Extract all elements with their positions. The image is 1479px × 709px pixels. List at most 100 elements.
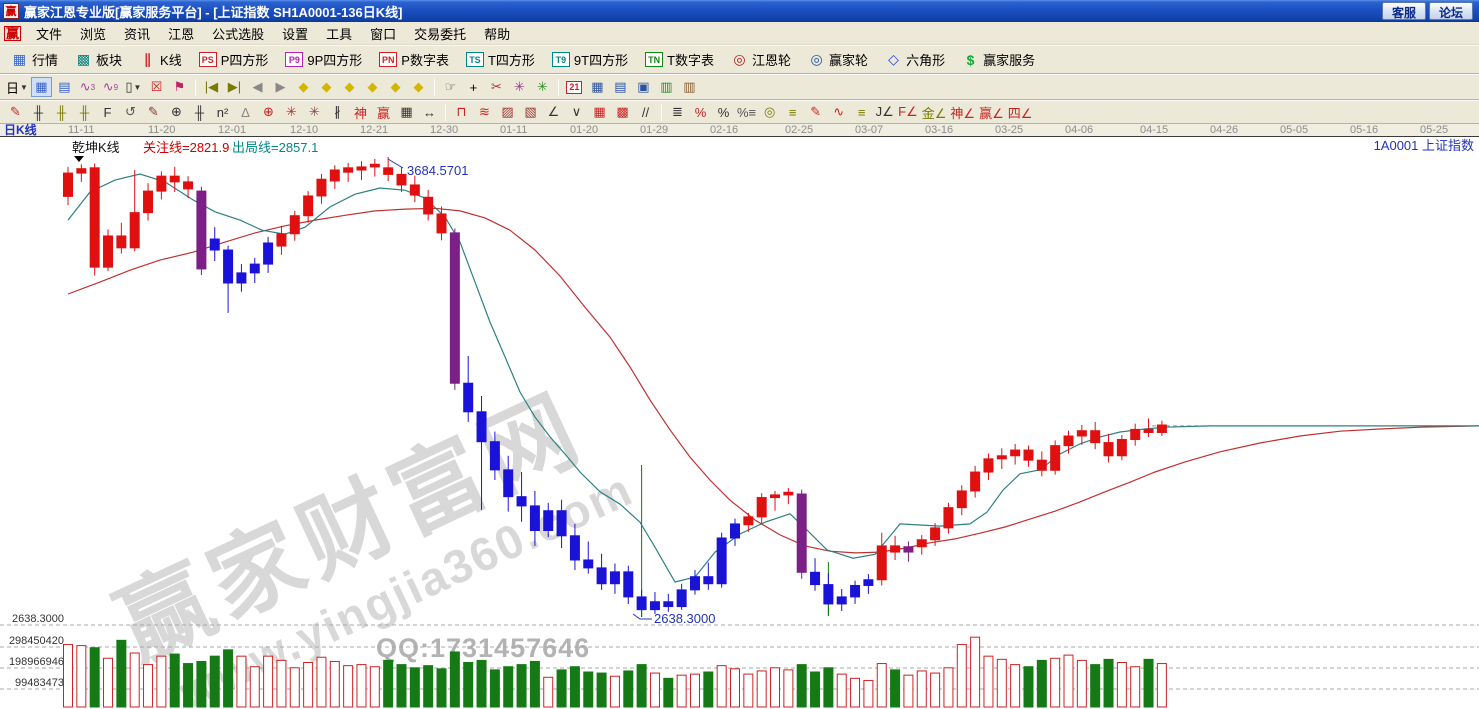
hatch-lines-button[interactable]: // xyxy=(635,102,656,122)
sectors-button[interactable]: ▩板块 xyxy=(68,47,129,72)
menu-item-3[interactable]: 江恩 xyxy=(159,24,203,45)
web-grid-button[interactable]: ✳ xyxy=(304,102,325,122)
square-number-button[interactable]: n² xyxy=(212,102,233,122)
save-button[interactable]: ▣ xyxy=(633,77,654,97)
pattern-x-button[interactable]: ☒ xyxy=(146,77,167,97)
9p-square-button[interactable]: P99P四方形 xyxy=(278,47,369,72)
menu-item-5[interactable]: 设置 xyxy=(273,24,317,45)
network-view-button[interactable]: ▦ xyxy=(31,77,52,97)
menu-item-6[interactable]: 工具 xyxy=(317,24,361,45)
win-angle-button[interactable]: 赢∠ xyxy=(978,102,1005,122)
gold-levels-button[interactable]: ≡ xyxy=(782,102,803,122)
shade-box-2-button[interactable]: ▧ xyxy=(520,102,541,122)
j-angle-button[interactable]: J∠ xyxy=(874,102,895,122)
candle-style-button[interactable]: ▯▼ xyxy=(123,77,144,97)
compress-horizontal-button[interactable]: ◆ xyxy=(339,77,360,97)
menu-item-8[interactable]: 交易委托 xyxy=(405,24,475,45)
compress-left-button[interactable]: ◆ xyxy=(293,77,314,97)
winner-service-button[interactable]: $赢家服务 xyxy=(955,47,1042,72)
time-ruler-button[interactable]: ╫ xyxy=(28,102,49,122)
mark-pen-button[interactable]: ✎ xyxy=(805,102,826,122)
9t-square-button[interactable]: T99T四方形 xyxy=(545,47,635,72)
hand-tool-button[interactable]: ☞ xyxy=(440,77,461,97)
fibonacci-ruler-button[interactable]: F xyxy=(97,102,118,122)
prev-page-button[interactable]: ◀ xyxy=(247,77,268,97)
percent-red-button[interactable]: % xyxy=(690,102,711,122)
kline-button[interactable]: ∥K线 xyxy=(132,47,189,72)
percent-button[interactable]: % xyxy=(713,102,734,122)
four-angle-button[interactable]: 四∠ xyxy=(1007,102,1034,122)
kline-chart[interactable]: 2638.300029845042019896694699483473 乾坤K线… xyxy=(0,137,1479,709)
percent-levels-button[interactable]: %≡ xyxy=(736,102,757,122)
shen-angle-button[interactable]: 神∠ xyxy=(949,102,976,122)
gann-fan-grid-button[interactable]: ✳ xyxy=(532,77,553,97)
zoom-all-button[interactable]: ◆ xyxy=(408,77,429,97)
compress-right-button[interactable]: ◆ xyxy=(316,77,337,97)
p-square-button[interactable]: PSP四方形 xyxy=(192,47,276,72)
gold-circle-button[interactable]: ◎ xyxy=(759,102,780,122)
comb-tool-button[interactable]: ╫ xyxy=(189,102,210,122)
data-download-button[interactable]: ▥ xyxy=(656,77,677,97)
menu-item-7[interactable]: 窗口 xyxy=(361,24,405,45)
wave-9-button[interactable]: ∿9 xyxy=(100,77,121,97)
mw-wave-button[interactable]: ∿ xyxy=(828,102,849,122)
spider-web-button[interactable]: ✳ xyxy=(281,102,302,122)
wave-3-button[interactable]: ∿3 xyxy=(77,77,98,97)
price-grid-button[interactable]: ▦ xyxy=(396,102,417,122)
red-grid-2-button[interactable]: ▩ xyxy=(612,102,633,122)
menu-item-1[interactable]: 浏览 xyxy=(71,24,115,45)
target-circle-button[interactable]: ⊕ xyxy=(258,102,279,122)
vee-line-button[interactable]: ∨ xyxy=(566,102,587,122)
t-square-button[interactable]: TST四方形 xyxy=(459,47,542,72)
shade-box-button[interactable]: ▨ xyxy=(497,102,518,122)
quotes-button[interactable]: ▦行情 xyxy=(4,47,65,72)
menu-item-9[interactable]: 帮助 xyxy=(475,24,519,45)
trade-terminal-button[interactable]: ▥ xyxy=(679,77,700,97)
calendar-button[interactable]: 21 xyxy=(564,77,585,97)
gold-angle-button[interactable]: 金∠ xyxy=(921,102,948,122)
gann-grid-button[interactable]: ✳ xyxy=(509,77,530,97)
gold-levels-2-button[interactable]: ≡ xyxy=(851,102,872,122)
red-grid-button[interactable]: ▦ xyxy=(589,102,610,122)
main-toolbar: ▦行情▩板块∥K线PSP四方形P99P四方形PNP数字表TST四方形T99T四方… xyxy=(0,45,1479,74)
memo-button[interactable]: ▤ xyxy=(610,77,631,97)
next-page-button[interactable]: ▶ xyxy=(270,77,291,97)
angle-mirror-button[interactable]: ∆ xyxy=(235,102,256,122)
gold-ruler-button[interactable]: ╫ xyxy=(51,102,72,122)
menu-item-2[interactable]: 资讯 xyxy=(115,24,159,45)
crosshair-button[interactable]: + xyxy=(463,77,484,97)
winner-wheel-button[interactable]: ◎赢家轮 xyxy=(801,47,875,72)
p-table-button[interactable]: PNP数字表 xyxy=(372,47,456,72)
cut-tool-button[interactable]: ✂ xyxy=(486,77,507,97)
gann-wheel-button[interactable]: ◎江恩轮 xyxy=(724,47,798,72)
pen-tool-button[interactable]: ✎ xyxy=(143,102,164,122)
report-view-button[interactable]: ▤ xyxy=(54,77,75,97)
flag-marker-button[interactable]: ⚑ xyxy=(169,77,190,97)
hexagon-button[interactable]: ◇六角形 xyxy=(878,47,952,72)
customer-service-button[interactable]: 客服 xyxy=(1382,2,1426,20)
menu-item-0[interactable]: 文件 xyxy=(27,24,71,45)
cycle-tool-button[interactable]: ⊕ xyxy=(166,102,187,122)
zoom-out-button[interactable]: ◆ xyxy=(385,77,406,97)
span-measure-button[interactable]: ↔ xyxy=(419,102,440,122)
zoom-in-button[interactable]: ◆ xyxy=(362,77,383,97)
t-table-button[interactable]: TNT数字表 xyxy=(638,47,721,72)
period-day-button[interactable]: 日▼ xyxy=(5,77,29,97)
arc-tool-button[interactable]: ↺ xyxy=(120,102,141,122)
shen-tool-button[interactable]: 神 xyxy=(350,102,371,122)
f-angle-button[interactable]: F∠ xyxy=(897,102,919,122)
chart-area[interactable]: 赢家财富网 www.yingjia360.com QQ:1731457646 2… xyxy=(0,137,1479,709)
win-tool-button[interactable]: 赢 xyxy=(373,102,394,122)
bar-stats-button[interactable]: ≣ xyxy=(667,102,688,122)
draw-line-button[interactable]: ✎ xyxy=(5,102,26,122)
first-page-button[interactable]: |◀ xyxy=(201,77,222,97)
calculator-button[interactable]: ▦ xyxy=(587,77,608,97)
parallel-lines-button[interactable]: ∦ xyxy=(327,102,348,122)
gold-ruler-2-button[interactable]: ╫ xyxy=(74,102,95,122)
box-tool-button[interactable]: ⊓ xyxy=(451,102,472,122)
angle-line-button[interactable]: ∠ xyxy=(543,102,564,122)
menu-item-4[interactable]: 公式选股 xyxy=(203,24,273,45)
forum-button[interactable]: 论坛 xyxy=(1429,2,1473,20)
last-page-button[interactable]: ▶| xyxy=(224,77,245,97)
fan-lines-button[interactable]: ≋ xyxy=(474,102,495,122)
